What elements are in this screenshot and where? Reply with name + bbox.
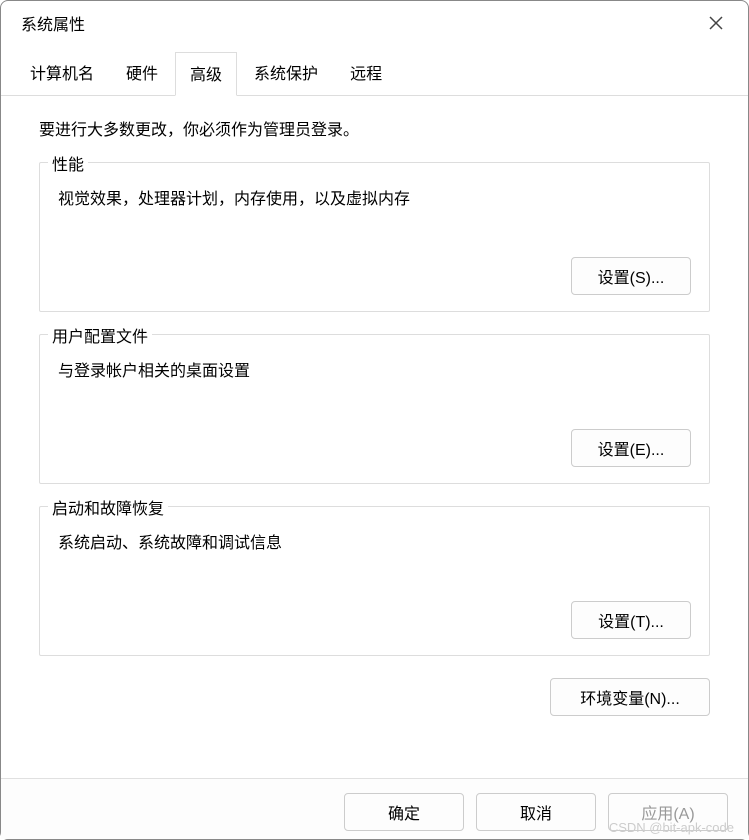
userprofiles-title: 用户配置文件 — [48, 323, 152, 347]
performance-settings-button[interactable]: 设置(S)... — [571, 257, 691, 295]
performance-button-row: 设置(S)... — [58, 257, 691, 295]
tabs-bar: 计算机名 硬件 高级 系统保护 远程 — [1, 51, 748, 96]
window-title: 系统属性 — [21, 11, 85, 35]
system-properties-window: 系统属性 计算机名 硬件 高级 系统保护 远程 要进行大多数更改，你必须作为管理… — [0, 0, 749, 840]
tab-hardware[interactable]: 硬件 — [111, 51, 173, 95]
cancel-button[interactable]: 取消 — [476, 793, 596, 831]
close-icon — [709, 16, 723, 30]
userprofiles-desc: 与登录帐户相关的桌面设置 — [58, 357, 691, 381]
environment-variables-button[interactable]: 环境变量(N)... — [550, 678, 710, 716]
userprofiles-button-row: 设置(E)... — [58, 429, 691, 467]
env-button-row: 环境变量(N)... — [39, 678, 710, 716]
tab-computer-name[interactable]: 计算机名 — [15, 51, 109, 95]
ok-button[interactable]: 确定 — [344, 793, 464, 831]
performance-desc: 视觉效果，处理器计划，内存使用，以及虚拟内存 — [58, 185, 691, 209]
userprofiles-settings-button[interactable]: 设置(E)... — [571, 429, 691, 467]
apply-button[interactable]: 应用(A) — [608, 793, 728, 831]
startup-group: 启动和故障恢复 系统启动、系统故障和调试信息 设置(T)... — [39, 506, 710, 656]
tab-remote[interactable]: 远程 — [335, 51, 397, 95]
startup-button-row: 设置(T)... — [58, 601, 691, 639]
titlebar: 系统属性 — [1, 1, 748, 45]
userprofiles-group: 用户配置文件 与登录帐户相关的桌面设置 设置(E)... — [39, 334, 710, 484]
tab-advanced[interactable]: 高级 — [175, 52, 237, 96]
performance-title: 性能 — [48, 151, 88, 175]
startup-settings-button[interactable]: 设置(T)... — [571, 601, 691, 639]
close-button[interactable] — [700, 7, 732, 39]
startup-desc: 系统启动、系统故障和调试信息 — [58, 529, 691, 553]
dialog-footer: 确定 取消 应用(A) — [1, 778, 748, 839]
tab-content-advanced: 要进行大多数更改，你必须作为管理员登录。 性能 视觉效果，处理器计划，内存使用，… — [1, 96, 748, 778]
startup-title: 启动和故障恢复 — [48, 495, 168, 519]
performance-group: 性能 视觉效果，处理器计划，内存使用，以及虚拟内存 设置(S)... — [39, 162, 710, 312]
admin-notice: 要进行大多数更改，你必须作为管理员登录。 — [39, 116, 710, 140]
tab-system-protection[interactable]: 系统保护 — [239, 51, 333, 95]
